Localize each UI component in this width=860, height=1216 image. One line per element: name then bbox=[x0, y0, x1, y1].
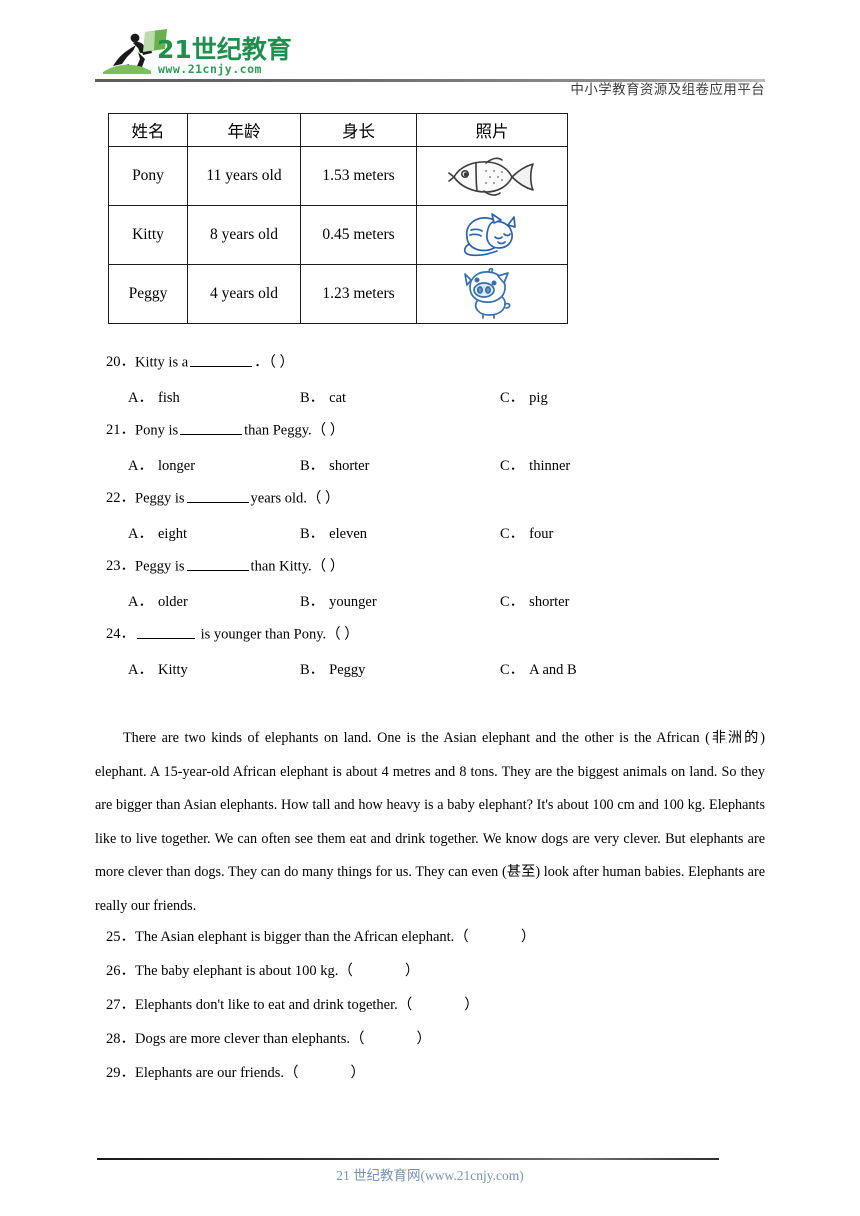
table-header-row: 姓名 年龄 身长 照片 bbox=[108, 113, 568, 147]
site-logo: 21世纪教育 www.21cnjy.com bbox=[95, 26, 295, 78]
cat-icon bbox=[463, 213, 516, 257]
table-header-length: 身长 bbox=[300, 113, 417, 147]
cell-age: 8 years old bbox=[187, 205, 301, 265]
answer-blank[interactable] bbox=[186, 489, 249, 504]
cell-length: 1.53 meters bbox=[300, 146, 417, 206]
option-a[interactable]: A． fish bbox=[128, 391, 180, 406]
footer-text: 21 世纪教育网(www.21cnjy.com) bbox=[336, 1168, 524, 1183]
option-a[interactable]: A． longer bbox=[128, 459, 195, 474]
question-23-stem-before: Peggy is bbox=[135, 558, 185, 575]
question-20-stem: 20．Kitty is a ．（ ） bbox=[0, 353, 860, 370]
question-27-stem: 27．Elephants don't like to eat and drink… bbox=[106, 997, 479, 1013]
question-25-text: The Asian elephant is bigger than the Af… bbox=[135, 929, 469, 945]
table-row: Pony 11 years old 1.53 meters bbox=[108, 146, 568, 206]
animal-info-table: 姓名 年龄 身长 照片 Pony 11 years old 1.53 meter… bbox=[108, 113, 568, 324]
cell-length: 0.45 meters bbox=[300, 205, 417, 265]
cell-photo bbox=[416, 146, 568, 206]
question-29: 29．Elephants are our friends.（） bbox=[0, 1066, 860, 1081]
option-c[interactable]: C． four bbox=[500, 527, 553, 542]
cell-photo bbox=[416, 205, 568, 265]
question-20-stem-after: ．（ ） bbox=[254, 354, 295, 371]
question-29-number: 29． bbox=[106, 1065, 135, 1081]
question-28-number: 28． bbox=[106, 1031, 135, 1047]
question-29-text: Elephants are our friends.（ bbox=[135, 1065, 299, 1081]
answer-blank[interactable] bbox=[137, 625, 195, 640]
answer-blank[interactable] bbox=[180, 421, 243, 436]
question-21-stem-before: Pony is bbox=[135, 422, 179, 439]
question-22-stem-before: Peggy is bbox=[135, 490, 185, 507]
table-row: Peggy 4 years old 1.23 meters bbox=[108, 264, 568, 324]
question-26-text: The baby elephant is about 100 kg.（ bbox=[135, 963, 353, 979]
question-28-stem: 28．Dogs are more clever than elephants.（… bbox=[106, 1031, 431, 1047]
table-header-photo: 照片 bbox=[416, 113, 568, 147]
question-24-stem: 24． is younger than Pony.（ ） bbox=[0, 625, 860, 642]
cell-name: Peggy bbox=[108, 264, 188, 324]
option-c[interactable]: C． A and B bbox=[500, 663, 577, 678]
pig-icon bbox=[464, 268, 511, 319]
cell-photo bbox=[416, 264, 568, 324]
logo-url-text: www.21cnjy.com bbox=[158, 62, 262, 76]
option-a[interactable]: A． older bbox=[128, 595, 188, 610]
question-25-number: 25． bbox=[106, 929, 135, 945]
cell-age: 11 years old bbox=[187, 146, 301, 206]
question-23-stem-after: than Kitty.（ ） bbox=[250, 558, 345, 575]
question-27-text: Elephants don't like to eat and drink to… bbox=[135, 997, 413, 1013]
question-28-text: Dogs are more clever than elephants.（ bbox=[135, 1031, 365, 1047]
option-b[interactable]: B． shorter bbox=[300, 459, 369, 474]
option-b[interactable]: B． eleven bbox=[300, 527, 367, 542]
option-b[interactable]: B． Peggy bbox=[300, 663, 365, 678]
logo-title-text: 21世纪教育 bbox=[157, 35, 292, 64]
reading-passage: There are two kinds of elephants on land… bbox=[95, 730, 765, 914]
cell-age: 4 years old bbox=[187, 264, 301, 324]
question-22-stem: 22．Peggy is years old.（ ） bbox=[0, 489, 860, 506]
question-24: 24． is younger than Pony.（ ） A． Kitty B． P… bbox=[0, 625, 860, 677]
question-20: 20．Kitty is a ．（ ） A． fish B． cat C． pig bbox=[0, 353, 860, 405]
question-21-stem: 21．Pony is than Peggy.（ ） bbox=[0, 421, 860, 438]
answer-blank[interactable] bbox=[190, 353, 253, 368]
cell-name: Pony bbox=[108, 146, 188, 206]
question-25: 25．The Asian elephant is bigger than the… bbox=[0, 930, 860, 945]
question-23-stem: 23．Peggy is than Kitty.（ ） bbox=[0, 557, 860, 574]
page-header: 21世纪教育 www.21cnjy.com 中小学教育资源及组卷应用平台 bbox=[95, 26, 765, 98]
question-21-stem-after: than Peggy.（ ） bbox=[244, 422, 345, 439]
option-a[interactable]: A． eight bbox=[128, 527, 187, 542]
question-22: 22．Peggy is years old.（ ） A． eight B． eleve… bbox=[0, 489, 860, 541]
question-20-number: 20． bbox=[106, 354, 135, 371]
question-23: 23．Peggy is than Kitty.（ ） A． older B． youn… bbox=[0, 557, 860, 609]
table-header-age: 年龄 bbox=[187, 113, 301, 147]
cell-name: Kitty bbox=[108, 205, 188, 265]
question-27-number: 27． bbox=[106, 997, 135, 1013]
option-c[interactable]: C． shorter bbox=[500, 595, 569, 610]
question-27: 27．Elephants don't like to eat and drink… bbox=[0, 998, 860, 1013]
table-row: Kitty 8 years old 0.45 meters bbox=[108, 205, 568, 265]
question-23-number: 23． bbox=[106, 558, 135, 575]
option-b[interactable]: B． cat bbox=[300, 391, 346, 406]
question-28: 28．Dogs are more clever than elephants.（… bbox=[0, 1032, 860, 1047]
question-25-stem: 25．The Asian elephant is bigger than the… bbox=[106, 929, 536, 945]
option-a[interactable]: A． Kitty bbox=[128, 663, 188, 678]
cell-length: 1.23 meters bbox=[300, 264, 417, 324]
question-29-stem: 29．Elephants are our friends.（） bbox=[106, 1065, 365, 1081]
table-header-name: 姓名 bbox=[108, 113, 188, 147]
question-22-number: 22． bbox=[106, 490, 135, 507]
question-22-stem-after: years old.（ ） bbox=[250, 490, 340, 507]
logo-graphic: 21世纪教育 www.21cnjy.com bbox=[103, 29, 292, 76]
question-21-number: 21． bbox=[106, 422, 135, 439]
option-c[interactable]: C． thinner bbox=[500, 459, 570, 474]
option-c[interactable]: C． pig bbox=[500, 391, 548, 406]
fish-icon bbox=[448, 157, 534, 196]
header-divider bbox=[95, 79, 765, 82]
option-b[interactable]: B． younger bbox=[300, 595, 377, 610]
question-24-stem-after: is younger than Pony.（ ） bbox=[200, 626, 359, 643]
question-26-number: 26． bbox=[106, 963, 135, 979]
question-21: 21．Pony is than Peggy.（ ） A． longer B． shor… bbox=[0, 421, 860, 473]
footer-divider bbox=[97, 1158, 719, 1160]
question-20-stem-before: Kitty is a bbox=[135, 354, 189, 371]
question-26: 26．The baby elephant is about 100 kg.（） bbox=[0, 964, 860, 979]
answer-blank[interactable] bbox=[186, 557, 249, 572]
question-26-stem: 26．The baby elephant is about 100 kg.（） bbox=[106, 963, 420, 979]
question-24-number: 24． bbox=[106, 626, 135, 643]
